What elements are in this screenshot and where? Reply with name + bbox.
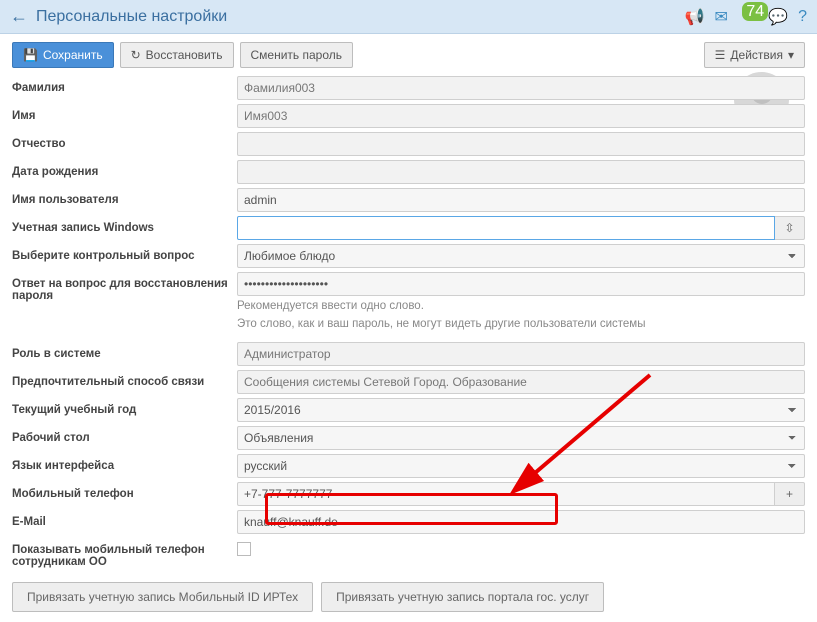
windows-account-input[interactable] [237, 216, 775, 240]
mobile-plus-button[interactable]: + [775, 482, 805, 506]
header-icon-group: 📢 ✉ 74 💬 ? [685, 7, 807, 27]
school-year-select[interactable]: 2015/2016 [237, 398, 805, 422]
label-desktop: Рабочий стол [12, 426, 237, 444]
login-icon-button[interactable]: ⇳ [775, 216, 805, 240]
hint-answer-2: Это слово, как и ваш пароль, не могут ви… [237, 316, 805, 332]
restore-icon: ↻ [131, 48, 141, 62]
restore-button-label: Восстановить [146, 48, 223, 62]
security-answer-input[interactable] [237, 272, 805, 296]
patronymic-input[interactable] [237, 132, 805, 156]
change-password-label: Сменить пароль [251, 48, 343, 62]
label-email: E-Mail [12, 510, 237, 528]
surname-input[interactable] [237, 76, 805, 100]
actions-label: Действия [730, 48, 783, 62]
label-mobile: Мобильный телефон [12, 482, 237, 500]
messages-badge: 74 [742, 2, 768, 21]
label-surname: Фамилия [12, 76, 237, 94]
menu-icon: ☰ [715, 48, 726, 62]
page-title: Персональные настройки [36, 8, 227, 26]
email-input[interactable] [237, 510, 805, 534]
login-icon: ⇳ [784, 221, 794, 235]
save-button[interactable]: 💾 Сохранить [12, 42, 114, 68]
change-password-button[interactable]: Сменить пароль [240, 42, 354, 68]
language-select[interactable]: русский [237, 454, 805, 478]
show-mobile-checkbox[interactable] [237, 542, 251, 556]
help-icon[interactable]: ? [798, 8, 807, 26]
save-icon: 💾 [23, 48, 38, 62]
actions-dropdown[interactable]: ☰ Действия ▾ [704, 42, 805, 68]
label-school-year: Текущий учебный год [12, 398, 237, 416]
bind-gosuslugi-button[interactable]: Привязать учетную запись портала гос. ус… [321, 582, 604, 612]
chevron-down-icon: ▾ [788, 48, 794, 62]
restore-button[interactable]: ↻ Восстановить [120, 42, 234, 68]
label-win-account: Учетная запись Windows [12, 216, 237, 234]
label-lang: Язык интерфейса [12, 454, 237, 472]
label-sec-answer: Ответ на вопрос для восстановления парол… [12, 272, 237, 302]
security-question-select[interactable]: Любимое блюдо [237, 244, 805, 268]
announcement-icon[interactable]: 📢 [685, 7, 705, 27]
messages-icon[interactable]: ✉ 74 [715, 7, 759, 27]
desktop-select[interactable]: Объявления [237, 426, 805, 450]
username-input[interactable] [237, 188, 805, 212]
label-birthdate: Дата рождения [12, 160, 237, 178]
role-input [237, 342, 805, 366]
page-header: ← Персональные настройки 📢 ✉ 74 💬 ? [0, 0, 817, 34]
bind-irtech-button[interactable]: Привязать учетную запись Мобильный ID ИР… [12, 582, 313, 612]
back-arrow-icon[interactable]: ← [10, 6, 28, 27]
label-show-mobile: Показывать мобильный телефон сотрудникам… [12, 538, 237, 568]
contact-pref-input [237, 370, 805, 394]
label-contact-pref: Предпочтительный способ связи [12, 370, 237, 388]
save-button-label: Сохранить [43, 48, 103, 62]
label-username: Имя пользователя [12, 188, 237, 206]
form: Фамилия Имя Отчество Дата рождения Имя п… [0, 76, 817, 568]
bottom-button-row: Привязать учетную запись Мобильный ID ИР… [0, 582, 817, 622]
label-name: Имя [12, 104, 237, 122]
label-sec-question: Выберите контрольный вопрос [12, 244, 237, 262]
hint-answer-1: Рекомендуется ввести одно слово. [237, 298, 805, 314]
mobile-input[interactable] [237, 482, 775, 506]
label-role: Роль в системе [12, 342, 237, 360]
name-input[interactable] [237, 104, 805, 128]
birthdate-input[interactable] [237, 160, 805, 184]
toolbar: 💾 Сохранить ↻ Восстановить Сменить парол… [0, 34, 817, 76]
label-patronymic: Отчество [12, 132, 237, 150]
chat-icon[interactable]: 💬 [768, 7, 788, 27]
plus-icon: + [786, 487, 793, 501]
